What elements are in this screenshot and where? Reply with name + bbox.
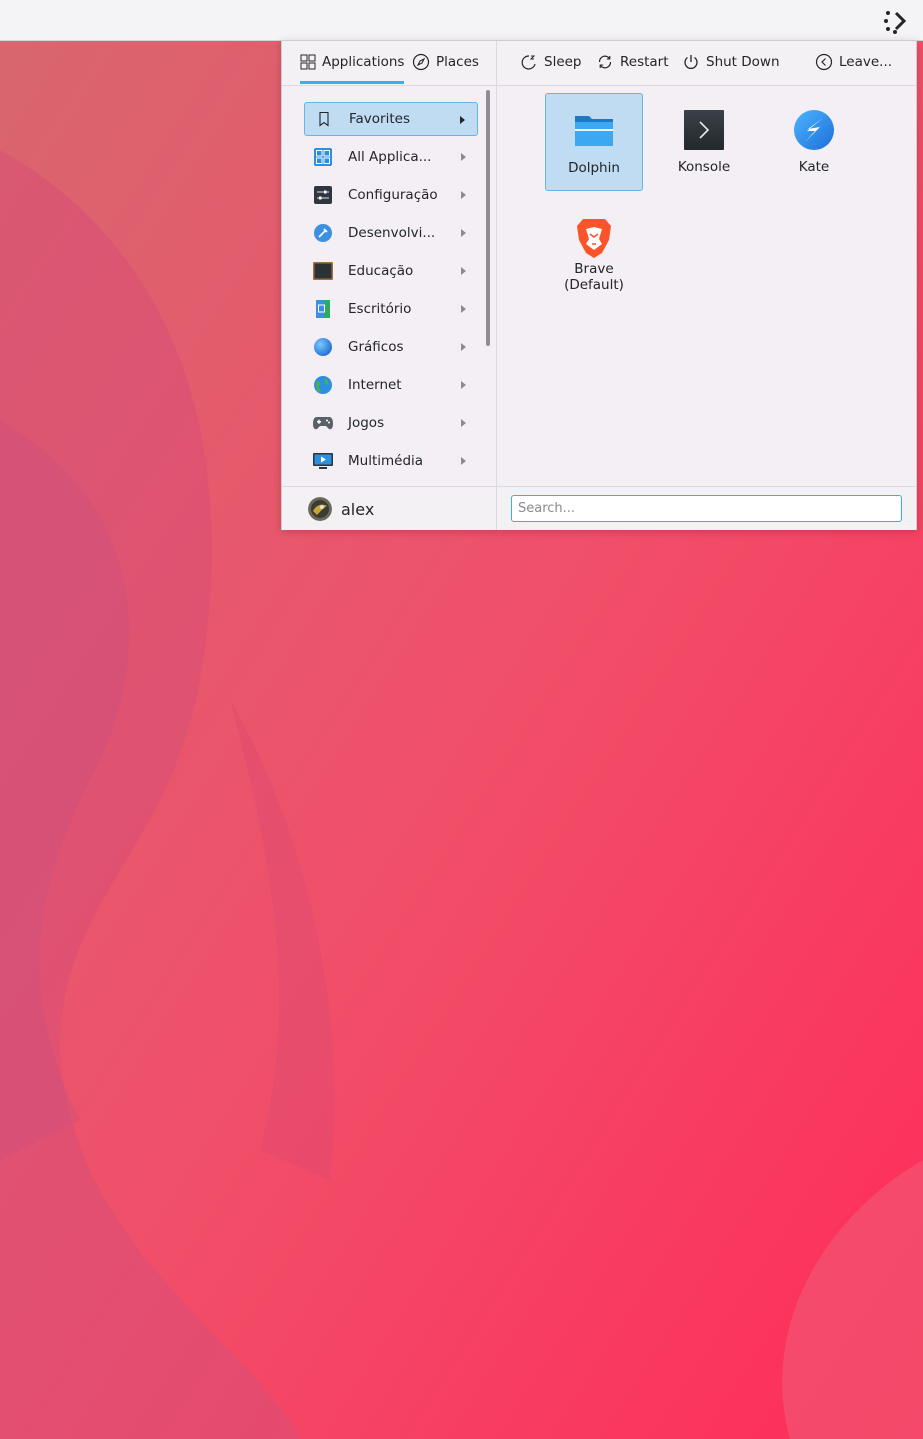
leave-button[interactable]: Leave...: [815, 41, 892, 83]
chevron-right-icon: [461, 267, 466, 275]
app-konsole[interactable]: Konsole: [655, 93, 753, 191]
chevron-right-icon: [460, 116, 465, 124]
development-icon: [312, 222, 334, 244]
tab-places[interactable]: Places: [412, 41, 479, 83]
compass-icon: [412, 53, 430, 71]
restart-icon: [598, 55, 612, 69]
app-kate[interactable]: Kate: [765, 93, 863, 191]
avatar: [308, 497, 332, 521]
app-label: Konsole: [677, 159, 731, 175]
app-dolphin[interactable]: Dolphin: [545, 93, 643, 191]
category-configuracao[interactable]: Configuração: [304, 178, 478, 212]
footer-divider: [496, 487, 497, 530]
settings-icon: [312, 184, 334, 206]
user-info[interactable]: alex: [308, 497, 374, 521]
multimedia-icon: [312, 450, 334, 472]
application-launcher: Applications Places Sleep Restart Shut D…: [281, 40, 917, 530]
dolphin-folder-icon: [575, 116, 613, 146]
power-icon: [684, 55, 698, 69]
tab-places-label: Places: [436, 54, 479, 70]
app-label: Kate: [798, 159, 830, 175]
chevron-right-icon: [461, 381, 466, 389]
leave-label: Leave...: [839, 54, 893, 70]
sleep-icon: [521, 55, 536, 70]
search-input[interactable]: [511, 495, 902, 522]
kickoff-launcher-icon[interactable]: [883, 8, 909, 34]
category-label: Desenvolvi...: [348, 225, 436, 241]
app-label: Dolphin: [568, 160, 620, 176]
restart-button[interactable]: Restart: [596, 41, 669, 83]
category-label: Escritório: [348, 301, 412, 317]
category-desenvolvimento[interactable]: Desenvolvi...: [304, 216, 478, 250]
category-all-applications[interactable]: All Applica...: [304, 140, 478, 174]
chevron-right-icon: [461, 229, 466, 237]
category-label: Favorites: [349, 111, 410, 127]
category-educacao[interactable]: Educação: [304, 254, 478, 288]
brave-browser-icon: [577, 219, 611, 258]
category-label: All Applica...: [348, 149, 432, 165]
shut-down-label: Shut Down: [706, 54, 780, 70]
category-graficos[interactable]: Gráficos: [304, 330, 478, 364]
category-label: Multimédia: [348, 453, 424, 469]
chevron-right-icon: [461, 153, 466, 161]
category-favorites[interactable]: Favorites: [304, 102, 478, 136]
launcher-header: Applications Places Sleep Restart Shut D…: [282, 41, 916, 86]
chevron-right-icon: [461, 343, 466, 351]
category-multimedia[interactable]: Multimédia: [304, 444, 478, 478]
tab-applications[interactable]: Applications: [300, 41, 405, 84]
chevron-right-icon: [461, 457, 466, 465]
games-icon: [312, 412, 334, 434]
app-label-line1: Brave: [574, 261, 614, 277]
office-icon: [312, 298, 334, 320]
category-internet[interactable]: Internet: [304, 368, 478, 402]
grid-icon: [300, 54, 316, 70]
category-label: Gráficos: [348, 339, 404, 355]
bookmark-icon: [313, 108, 335, 130]
user-name: alex: [341, 499, 375, 519]
app-brave[interactable]: Brave (Default): [545, 203, 643, 301]
kate-editor-icon: [794, 110, 834, 150]
favorites-grid: Dolphin Konsole Kate Brave (Default): [497, 86, 916, 486]
konsole-terminal-icon: [684, 110, 724, 150]
tab-applications-label: Applications: [322, 54, 405, 70]
restart-label: Restart: [620, 54, 669, 70]
internet-icon: [312, 374, 334, 396]
launcher-footer: alex: [282, 486, 916, 530]
app-label-line2: (Default): [564, 277, 624, 293]
category-jogos[interactable]: Jogos: [304, 406, 478, 440]
top-panel: [0, 0, 923, 41]
category-escritorio[interactable]: Escritório: [304, 292, 478, 326]
category-label: Configuração: [348, 187, 438, 203]
education-icon: [312, 260, 334, 282]
graphics-icon: [312, 336, 334, 358]
chevron-right-icon: [461, 419, 466, 427]
leave-icon: [815, 53, 833, 71]
chevron-right-icon: [461, 305, 466, 313]
category-label: Internet: [348, 377, 402, 393]
category-label: Educação: [348, 263, 414, 279]
sleep-button[interactable]: Sleep: [520, 41, 582, 83]
category-label: Jogos: [348, 415, 385, 431]
shut-down-button[interactable]: Shut Down: [682, 41, 780, 83]
chevron-right-icon: [461, 191, 466, 199]
sidebar-scrollbar[interactable]: [486, 90, 490, 346]
sleep-label: Sleep: [544, 54, 582, 70]
header-divider: [496, 41, 497, 85]
category-sidebar: Favorites All Applica... Configuração De…: [282, 86, 496, 486]
all-apps-icon: [312, 146, 334, 168]
